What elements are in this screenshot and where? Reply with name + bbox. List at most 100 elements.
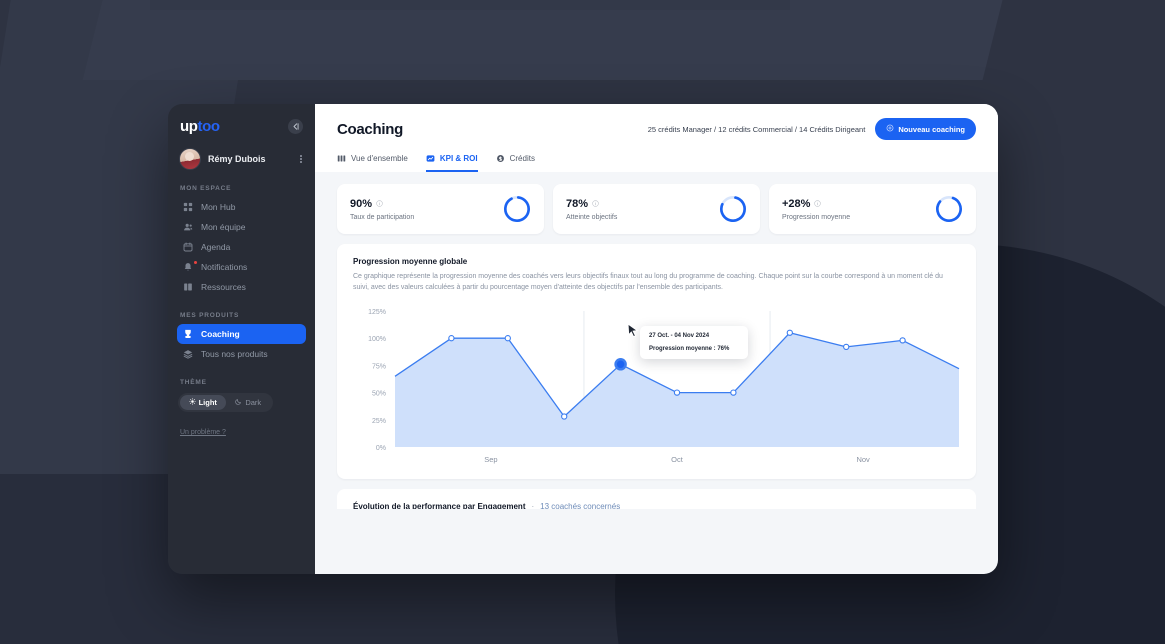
plus-circle-icon bbox=[886, 124, 894, 134]
user-profile[interactable]: Rémy Dubois bbox=[168, 135, 315, 170]
sidebar-item-label: Ressources bbox=[201, 282, 246, 292]
logo-text-accent: too bbox=[197, 118, 221, 135]
y-axis-tick-label: 125% bbox=[368, 309, 386, 316]
help-link[interactable]: Un problème ? bbox=[180, 429, 226, 436]
app-logo[interactable]: uptoo bbox=[180, 118, 220, 135]
theme-option-light[interactable]: Light bbox=[180, 395, 226, 410]
kpi-value-row: +28% bbox=[782, 198, 850, 210]
theme-option-label: Light bbox=[198, 398, 217, 407]
x-axis-ticks: Sep Oct Nov bbox=[484, 455, 870, 464]
kpi-value: 78% bbox=[566, 197, 589, 210]
sidebar-item-label: Coaching bbox=[201, 329, 240, 339]
kebab-menu-icon[interactable] bbox=[298, 153, 304, 165]
content-scroll-area: 90% Taux de participation 78% Atteinte o… bbox=[315, 172, 998, 509]
y-axis-tick-label: 25% bbox=[372, 417, 386, 424]
kpi-card-taux-participation[interactable]: 90% Taux de participation bbox=[337, 184, 544, 234]
donut-chart-taux-participation bbox=[504, 196, 530, 222]
sidebar-item-notifications[interactable]: Notifications bbox=[177, 257, 306, 277]
collapse-left-icon[interactable] bbox=[288, 119, 303, 134]
kpi-row: 90% Taux de participation 78% Atteinte o… bbox=[337, 184, 976, 234]
engagement-title: Évolution de la performance par Engageme… bbox=[353, 501, 526, 509]
y-axis-tick-label: 75% bbox=[372, 363, 386, 370]
kpi-value-row: 78% bbox=[566, 198, 617, 210]
y-axis-tick-label: 100% bbox=[368, 336, 386, 343]
calendar-icon bbox=[183, 242, 193, 252]
sidebar-item-mon-hub[interactable]: Mon Hub bbox=[177, 197, 306, 217]
theme-section-label: THÈME bbox=[180, 379, 207, 386]
tab-kpi-roi[interactable]: KPI & ROI bbox=[425, 154, 478, 172]
theme-option-label: Dark bbox=[245, 398, 262, 407]
coin-icon bbox=[496, 154, 505, 163]
x-axis-tick-label: Nov bbox=[856, 455, 870, 464]
sidebar-item-label: Tous nos produits bbox=[201, 349, 268, 359]
app-window: uptoo Rémy Dubois MON ESPACE Mon Hub Mon… bbox=[168, 104, 998, 574]
data-point[interactable] bbox=[786, 329, 793, 336]
sidebar-top: uptoo bbox=[168, 104, 315, 135]
bell-icon bbox=[183, 262, 193, 272]
avatar bbox=[179, 148, 201, 170]
tab-credits[interactable]: Crédits bbox=[496, 154, 535, 172]
engagement-title-row: Évolution de la performance par Engageme… bbox=[353, 502, 960, 509]
sidebar-item-agenda[interactable]: Agenda bbox=[177, 237, 306, 257]
theme-toggle[interactable]: Light Dark bbox=[178, 393, 273, 412]
moon-icon bbox=[235, 398, 242, 407]
sidebar-section-label: MES PRODUITS bbox=[180, 312, 240, 319]
sidebar-item-tous-nos-produits[interactable]: Tous nos produits bbox=[177, 344, 306, 364]
progression-chart-card: Progression moyenne globale Ce graphique… bbox=[337, 244, 976, 479]
sidebar-item-ressources[interactable]: Ressources bbox=[177, 277, 306, 297]
y-axis-tick-label: 50% bbox=[372, 390, 386, 397]
trophy-icon bbox=[183, 329, 193, 339]
grid-icon bbox=[183, 202, 193, 212]
kpi-card-progression-moyenne[interactable]: +28% Progression moyenne bbox=[769, 184, 976, 234]
kpi-text: +28% Progression moyenne bbox=[782, 198, 850, 221]
tab-label: Vue d'ensemble bbox=[351, 154, 408, 163]
sidebar-section-label: MON ESPACE bbox=[180, 185, 232, 192]
info-icon[interactable] bbox=[376, 200, 383, 207]
layers-icon bbox=[183, 349, 193, 359]
tab-label: Crédits bbox=[509, 154, 535, 163]
tab-vue-densemble[interactable]: Vue d'ensemble bbox=[337, 154, 408, 172]
logo-text-dark: up bbox=[180, 118, 198, 135]
page-title: Coaching bbox=[337, 120, 403, 138]
info-icon[interactable] bbox=[592, 200, 599, 207]
sidebar-item-coaching[interactable]: Coaching bbox=[177, 324, 306, 344]
donut-chart-progression-moyenne bbox=[936, 196, 962, 222]
tab-label: KPI & ROI bbox=[439, 154, 478, 163]
data-point[interactable] bbox=[730, 389, 737, 396]
data-point[interactable] bbox=[448, 334, 455, 342]
chart-area[interactable]: 0% 25% 50% 75% 100% 125% Sep Oct Nov 27 Oct. - … bbox=[353, 303, 960, 473]
page-header: Coaching 25 crédits Manager / 12 crédits… bbox=[315, 104, 998, 172]
notification-badge bbox=[194, 261, 197, 264]
x-axis-tick-label: Oct bbox=[671, 455, 684, 464]
data-point[interactable] bbox=[561, 413, 568, 420]
theme-option-dark[interactable]: Dark bbox=[226, 395, 272, 410]
users-icon bbox=[183, 222, 193, 232]
data-point[interactable] bbox=[843, 343, 850, 350]
page-header-row: Coaching 25 crédits Manager / 12 crédits… bbox=[337, 118, 976, 140]
sidebar-item-label: Notifications bbox=[201, 262, 248, 272]
x-axis-tick-label: Sep bbox=[484, 455, 497, 464]
new-coaching-label: Nouveau coaching bbox=[898, 124, 965, 134]
mouse-cursor-icon bbox=[627, 322, 639, 338]
sidebar: uptoo Rémy Dubois MON ESPACE Mon Hub Mon… bbox=[168, 104, 315, 574]
sun-icon bbox=[188, 398, 196, 407]
kpi-value: 90% bbox=[350, 197, 373, 210]
kpi-value: +28% bbox=[782, 197, 811, 210]
sidebar-item-mon-equipe[interactable]: Mon équipe bbox=[177, 217, 306, 237]
new-coaching-button[interactable]: Nouveau coaching bbox=[875, 118, 976, 140]
kpi-card-atteinte-objectifs[interactable]: 78% Atteinte objectifs bbox=[553, 184, 760, 234]
data-point[interactable] bbox=[899, 336, 906, 344]
title-separator: · bbox=[531, 501, 535, 509]
sidebar-item-label: Mon Hub bbox=[201, 202, 236, 212]
user-name: Rémy Dubois bbox=[208, 154, 266, 164]
engagement-subtitle[interactable]: 13 coachés concernés bbox=[540, 502, 620, 509]
kpi-value-row: 90% bbox=[350, 198, 414, 210]
credits-summary: 25 crédits Manager / 12 crédits Commerci… bbox=[647, 124, 866, 134]
data-point-highlighted[interactable] bbox=[614, 357, 627, 371]
data-point[interactable] bbox=[504, 334, 511, 342]
data-point[interactable] bbox=[673, 389, 681, 396]
tooltip-value: Progression moyenne : 76% bbox=[649, 345, 730, 352]
info-icon[interactable] bbox=[814, 200, 822, 207]
engagement-performance-card: Évolution de la performance par Engageme… bbox=[337, 488, 976, 509]
kpi-label: Taux de participation bbox=[350, 213, 415, 221]
